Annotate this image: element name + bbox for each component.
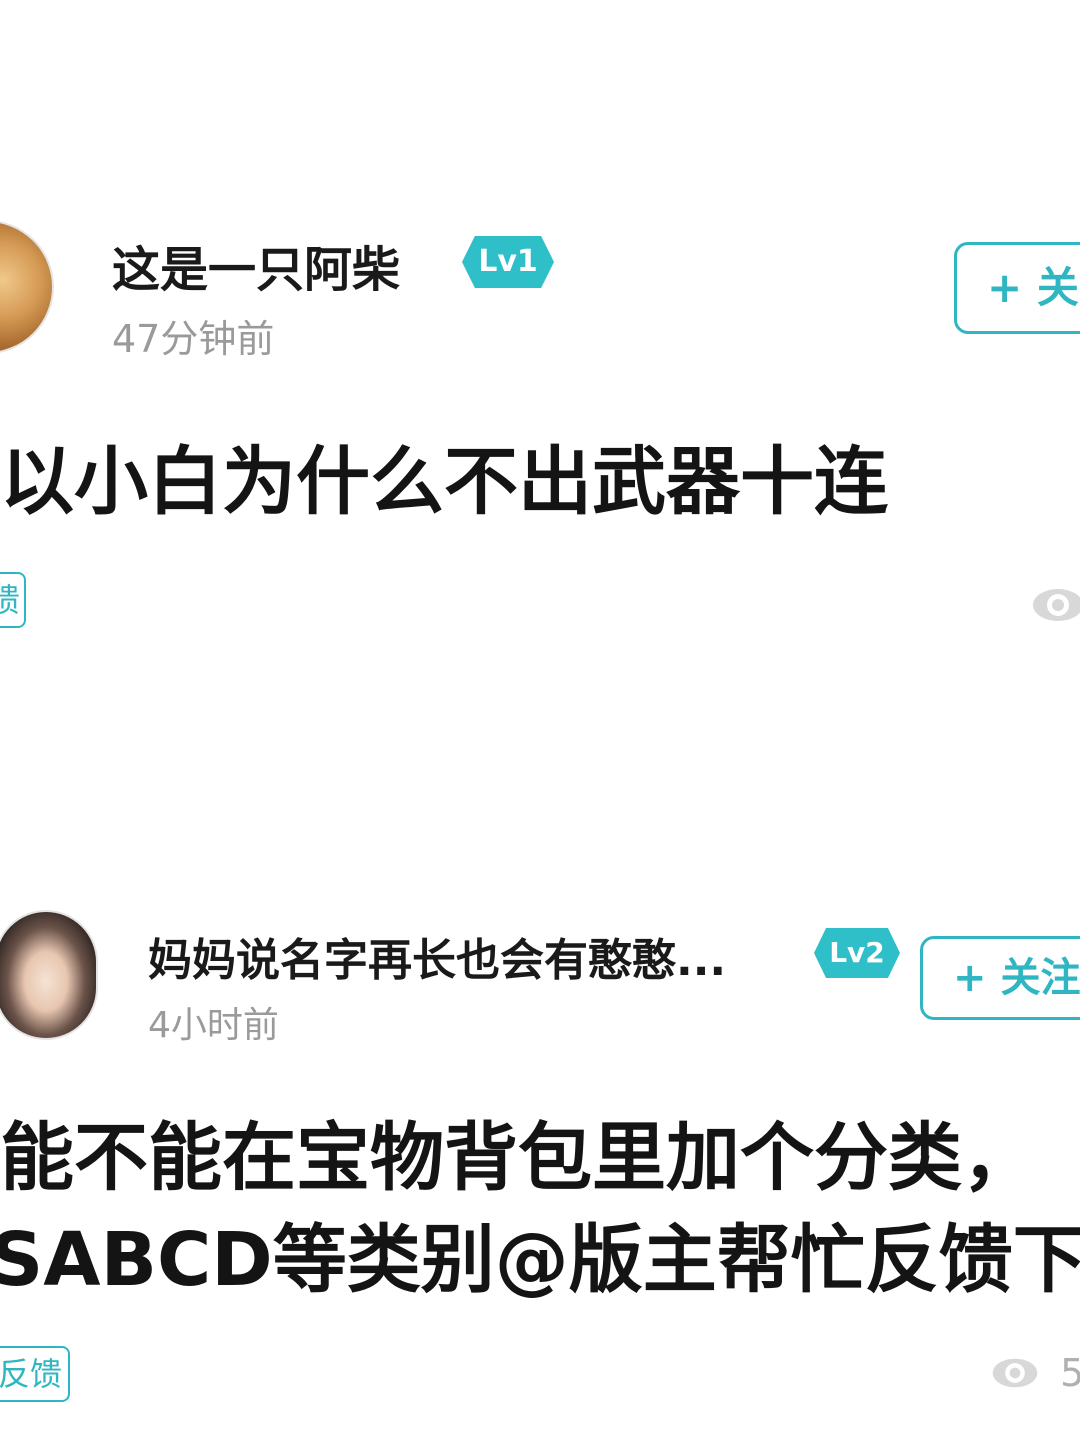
follow-button[interactable]: + 关注 xyxy=(920,936,1080,1020)
post-card[interactable]: 妈妈说名字再长也会有憨憨... Lv2 4小时前 + 关注 能不能在宝物背包里加… xyxy=(0,900,1080,1430)
view-count-group xyxy=(1030,580,1080,625)
avatar[interactable] xyxy=(0,910,98,1040)
eye-icon xyxy=(1033,588,1080,621)
post-time: 4小时前 xyxy=(148,1005,279,1046)
level-badge: Lv1 xyxy=(462,236,554,288)
view-count-group: 57 xyxy=(990,1348,1080,1395)
username[interactable]: 这是一只阿柴 xyxy=(112,230,400,300)
avatar[interactable] xyxy=(0,220,54,354)
username[interactable]: 妈妈说名字再长也会有憨憨... xyxy=(148,924,726,988)
view-count: 57 xyxy=(1060,1350,1080,1395)
follow-button[interactable]: + 关 xyxy=(954,242,1080,334)
post-time: 47分钟前 xyxy=(112,317,275,361)
post-title-line[interactable]: 能不能在宝物背包里加个分类， xyxy=(0,1098,1036,1205)
post-card[interactable]: 这是一只阿柴 Lv1 47分钟前 + 关 以小白为什么不出武器十连 馈 xyxy=(0,200,1080,660)
level-badge: Lv2 xyxy=(814,928,900,978)
tag-feedback[interactable]: 馈 xyxy=(0,572,26,628)
tag-feedback[interactable]: 反馈 xyxy=(0,1346,70,1402)
eye-icon xyxy=(992,1358,1038,1387)
post-title-line[interactable]: SABCD等类别@版主帮忙反馈下 xyxy=(0,1200,1080,1307)
feed: 这是一只阿柴 Lv1 47分钟前 + 关 以小白为什么不出武器十连 馈 妈妈说名… xyxy=(0,0,1080,1440)
post-title[interactable]: 以小白为什么不出武器十连 xyxy=(0,422,888,529)
